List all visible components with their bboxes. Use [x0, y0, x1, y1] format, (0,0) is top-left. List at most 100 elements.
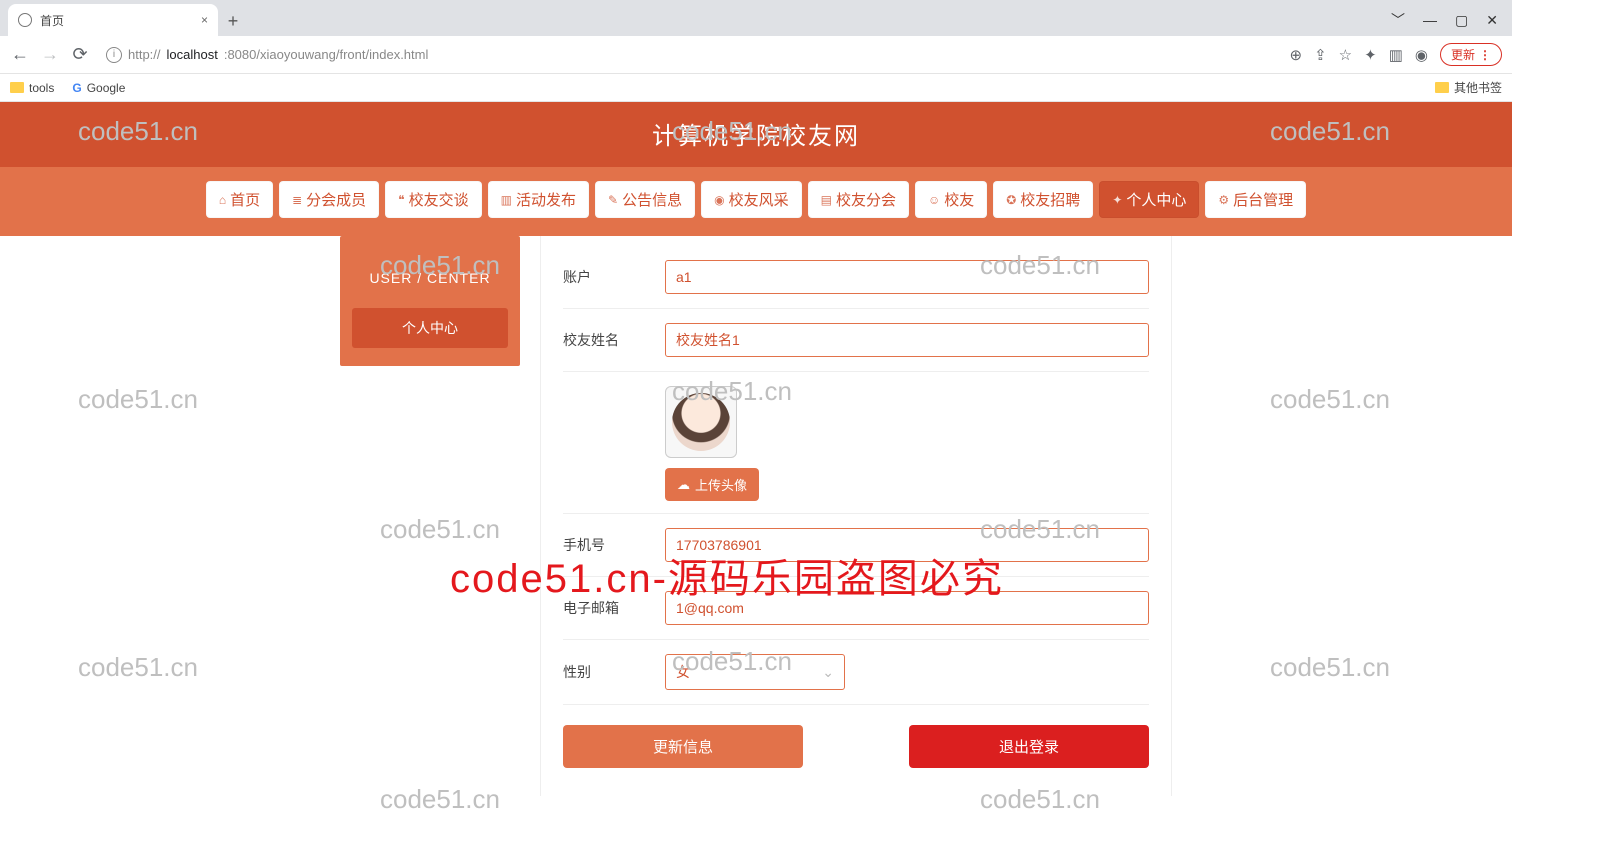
watermark: code51.cn: [78, 652, 198, 683]
site-title: 计算机学院校友网: [0, 116, 1512, 167]
site-info-icon[interactable]: i: [106, 47, 122, 63]
nav-icon: ☺: [928, 193, 940, 207]
nav-label: 校友风采: [729, 189, 789, 210]
nav-icon: ◉: [714, 193, 724, 207]
nav-item-5[interactable]: ◉ 校友风采: [701, 181, 802, 218]
window-maximize-icon[interactable]: ▢: [1455, 12, 1468, 29]
bookmark-google[interactable]: GGoogle: [72, 81, 125, 95]
nav-label: 后台管理: [1233, 189, 1293, 210]
phone-input[interactable]: [665, 528, 1149, 562]
label-gender: 性别: [563, 662, 651, 682]
site-header: 计算机学院校友网 ⌂ 首页 ≣ 分会成员 ❝ 校友交谈 ▥ 活动发布 ✎ 公告信息 ◉ 校友风采 ▤校友…: [0, 102, 1512, 236]
gender-value: 女: [676, 662, 690, 682]
upload-avatar-button[interactable]: ☁ 上传头像: [665, 468, 759, 501]
browser-tab[interactable]: 首页 ×: [8, 4, 218, 36]
nav-icon: ⌂: [219, 193, 226, 207]
label-phone: 手机号: [563, 535, 651, 555]
logout-button[interactable]: 退出登录: [909, 725, 1149, 768]
toolbar-right: ⊕ ⇪ ☆ ✦ ▥ ◉ 更新 ⋮: [1290, 43, 1502, 66]
address-bar[interactable]: i http:// localhost :8080/xiaoyouwang/fron…: [100, 47, 1280, 63]
sidebar-item-personal-center[interactable]: 个人中心: [352, 308, 508, 348]
nav-label: 公告信息: [622, 189, 682, 210]
nav-item-10[interactable]: ⚙ 后台管理: [1205, 181, 1306, 218]
nav-icon: ✎: [608, 193, 618, 207]
browser-tab-strip: 首页 × + ﹀ — ▢ ✕: [0, 0, 1512, 36]
label-account: 账户: [563, 267, 651, 287]
nav-item-4[interactable]: ✎ 公告信息: [595, 181, 695, 218]
nav-icon: ❝: [398, 193, 404, 207]
window-minimize-icon[interactable]: —: [1423, 12, 1437, 28]
window-dropdown-icon[interactable]: ﹀: [1391, 10, 1405, 30]
form-actions: 更新信息 退出登录: [563, 725, 1149, 768]
zoom-icon[interactable]: ⊕: [1290, 46, 1303, 64]
account-input[interactable]: [665, 260, 1149, 294]
nav-item-7[interactable]: ☺ 校友: [915, 181, 987, 218]
url-path: :8080/xiaoyouwang/front/index.html: [224, 47, 429, 62]
nav-label: 校友分会: [836, 189, 896, 210]
extensions-icon[interactable]: ✦: [1364, 46, 1377, 64]
name-input[interactable]: [665, 323, 1149, 357]
row-name: 校友姓名: [563, 309, 1149, 372]
nav-label: 首页: [230, 189, 260, 210]
update-button[interactable]: 更新信息: [563, 725, 803, 768]
nav-item-8[interactable]: ✪ 校友招聘: [993, 181, 1093, 218]
window-close-icon[interactable]: ✕: [1486, 12, 1498, 29]
address-toolbar: ← → ⟳ i http:// localhost :8080/xiaoyouwan…: [0, 36, 1512, 74]
avatar-preview[interactable]: [665, 386, 737, 458]
page-body: code51.cn code51.cn code51.cn code51.cn …: [0, 236, 1512, 856]
share-icon[interactable]: ⇪: [1314, 46, 1327, 64]
nav-label: 个人中心: [1126, 189, 1186, 210]
forward-button[interactable]: →: [40, 44, 60, 65]
nav-label: 校友交谈: [409, 189, 469, 210]
nav-label: 活动发布: [516, 189, 576, 210]
avatar-image: [672, 393, 730, 451]
folder-icon: [1435, 82, 1449, 93]
nav-icon: ≣: [292, 193, 302, 207]
row-account: 账户: [563, 246, 1149, 309]
watermark: code51.cn: [1270, 652, 1390, 683]
other-bookmarks[interactable]: 其他书签: [1435, 79, 1502, 96]
panel-icon[interactable]: ▥: [1389, 46, 1403, 64]
row-avatar: ☁ 上传头像: [563, 372, 1149, 514]
upload-avatar-label: 上传头像: [695, 475, 747, 494]
row-phone: 手机号: [563, 514, 1149, 577]
url-prefix: http://: [128, 47, 161, 62]
tab-title: 首页: [40, 12, 64, 29]
label-email: 电子邮箱: [563, 598, 651, 618]
bookmark-tools[interactable]: tools: [10, 81, 54, 95]
bookmark-star-icon[interactable]: ☆: [1339, 46, 1352, 64]
nav-icon: ⚙: [1218, 193, 1229, 207]
bookmarks-bar: tools GGoogle 其他书签: [0, 74, 1512, 102]
profile-icon[interactable]: ◉: [1415, 46, 1428, 64]
nav-item-9[interactable]: ✦ 个人中心: [1099, 181, 1199, 218]
nav-icon: ✪: [1006, 193, 1016, 207]
nav-item-3[interactable]: ▥ 活动发布: [488, 181, 589, 218]
tab-close-icon[interactable]: ×: [201, 13, 208, 27]
globe-icon: [18, 13, 32, 27]
site-nav: ⌂ 首页 ≣ 分会成员 ❝ 校友交谈 ▥ 活动发布 ✎ 公告信息 ◉ 校友风采 ▤校友分会 ☺ 校友 ✪ 校友招…: [0, 167, 1512, 236]
nav-item-0[interactable]: ⌂ 首页: [206, 181, 273, 218]
row-gender: 性别 女 ⌄: [563, 640, 1149, 705]
nav-item-6[interactable]: ▤校友分会: [808, 181, 909, 218]
content-wrap: USER / CENTER 个人中心 账户 校友姓名 ☁ 上传头像: [340, 236, 1172, 796]
profile-form: 账户 校友姓名 ☁ 上传头像 手机号 电子邮箱: [540, 236, 1172, 796]
label-name: 校友姓名: [563, 330, 651, 350]
nav-label: 校友招聘: [1020, 189, 1080, 210]
nav-item-2[interactable]: ❝ 校友交谈: [385, 181, 481, 218]
nav-icon: ✦: [1112, 193, 1122, 207]
window-controls: ﹀ — ▢ ✕: [1391, 4, 1512, 36]
new-tab-button[interactable]: +: [218, 6, 248, 36]
google-icon: G: [72, 81, 81, 95]
nav-icon: ▥: [501, 193, 512, 207]
nav-item-1[interactable]: ≣ 分会成员: [279, 181, 379, 218]
browser-update-button[interactable]: 更新 ⋮: [1440, 43, 1502, 66]
url-host: localhost: [167, 47, 218, 62]
email-input[interactable]: [665, 591, 1149, 625]
cloud-upload-icon: ☁: [677, 477, 690, 493]
nav-label: 校友: [944, 189, 974, 210]
sidebar-user-card: USER / CENTER 个人中心: [340, 236, 520, 366]
nav-label: 分会成员: [306, 189, 366, 210]
back-button[interactable]: ←: [10, 44, 30, 65]
gender-select[interactable]: 女 ⌄: [665, 654, 845, 690]
reload-button[interactable]: ⟳: [70, 44, 90, 65]
